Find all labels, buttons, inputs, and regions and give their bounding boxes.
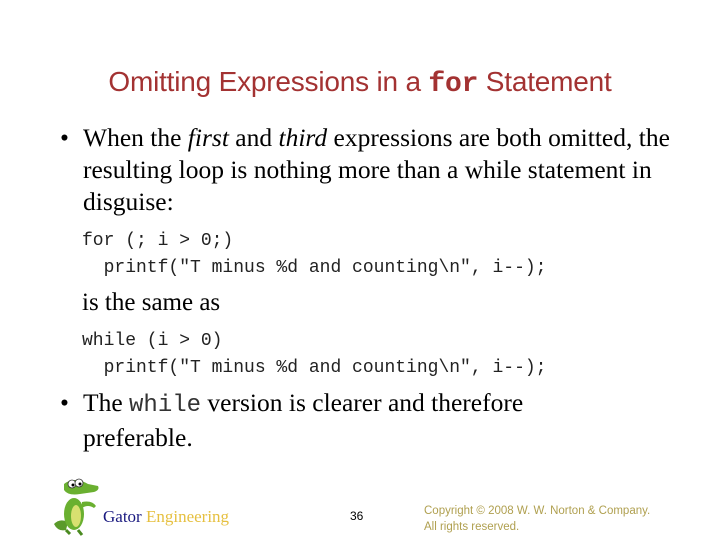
- copyright-line: All rights reserved.: [424, 521, 520, 533]
- bullet-text: The while version is clearer and therefo…: [83, 387, 600, 454]
- text-run: and: [228, 123, 279, 152]
- footer-brand: Gator Engineering: [103, 507, 229, 527]
- bullet-while-preferable: • The while version is clearer and there…: [60, 387, 600, 454]
- title-text-post: Statement: [478, 66, 612, 97]
- page-number: 36: [350, 509, 364, 523]
- copyright-line: Copyright © 2008 W. W. Norton & Company.: [424, 505, 651, 517]
- code-block-while: while (i > 0) printf("T minus %d and cou…: [82, 328, 546, 382]
- copyright-notice: Copyright © 2008 W. W. Norton & Company.…: [424, 503, 650, 535]
- code-line: for (; i > 0;): [82, 231, 234, 251]
- code-line: printf("T minus %d and counting\n", i--)…: [82, 258, 547, 278]
- text-run: When the: [83, 123, 188, 152]
- title-code: for: [428, 69, 479, 100]
- brand-engineering: Engineering: [145, 507, 230, 526]
- bullet-first-third-omitted: • When the first and third expressions a…: [60, 122, 680, 218]
- text-run: The: [83, 388, 130, 417]
- inline-code-while: while: [129, 392, 202, 419]
- code-block-for: for (; i > 0;) printf("T minus %d and co…: [82, 228, 546, 282]
- slide-title: Omitting Expressions in a for Statement: [0, 66, 720, 100]
- alligator-mascot-icon: [50, 474, 102, 536]
- bullet-marker: •: [60, 388, 69, 417]
- code-line: printf("T minus %d and counting\n", i--)…: [82, 358, 547, 378]
- emphasis-third: third: [278, 123, 328, 152]
- same-as-text: is the same as: [82, 289, 221, 316]
- bullet-text: When the first and third expressions are…: [83, 122, 680, 218]
- code-line: while (i > 0): [82, 331, 223, 351]
- title-text-pre: Omitting Expressions in a: [108, 66, 429, 97]
- emphasis-first: first: [187, 123, 229, 152]
- brand-gator: Gator: [103, 507, 142, 526]
- bullet-marker: •: [60, 123, 69, 152]
